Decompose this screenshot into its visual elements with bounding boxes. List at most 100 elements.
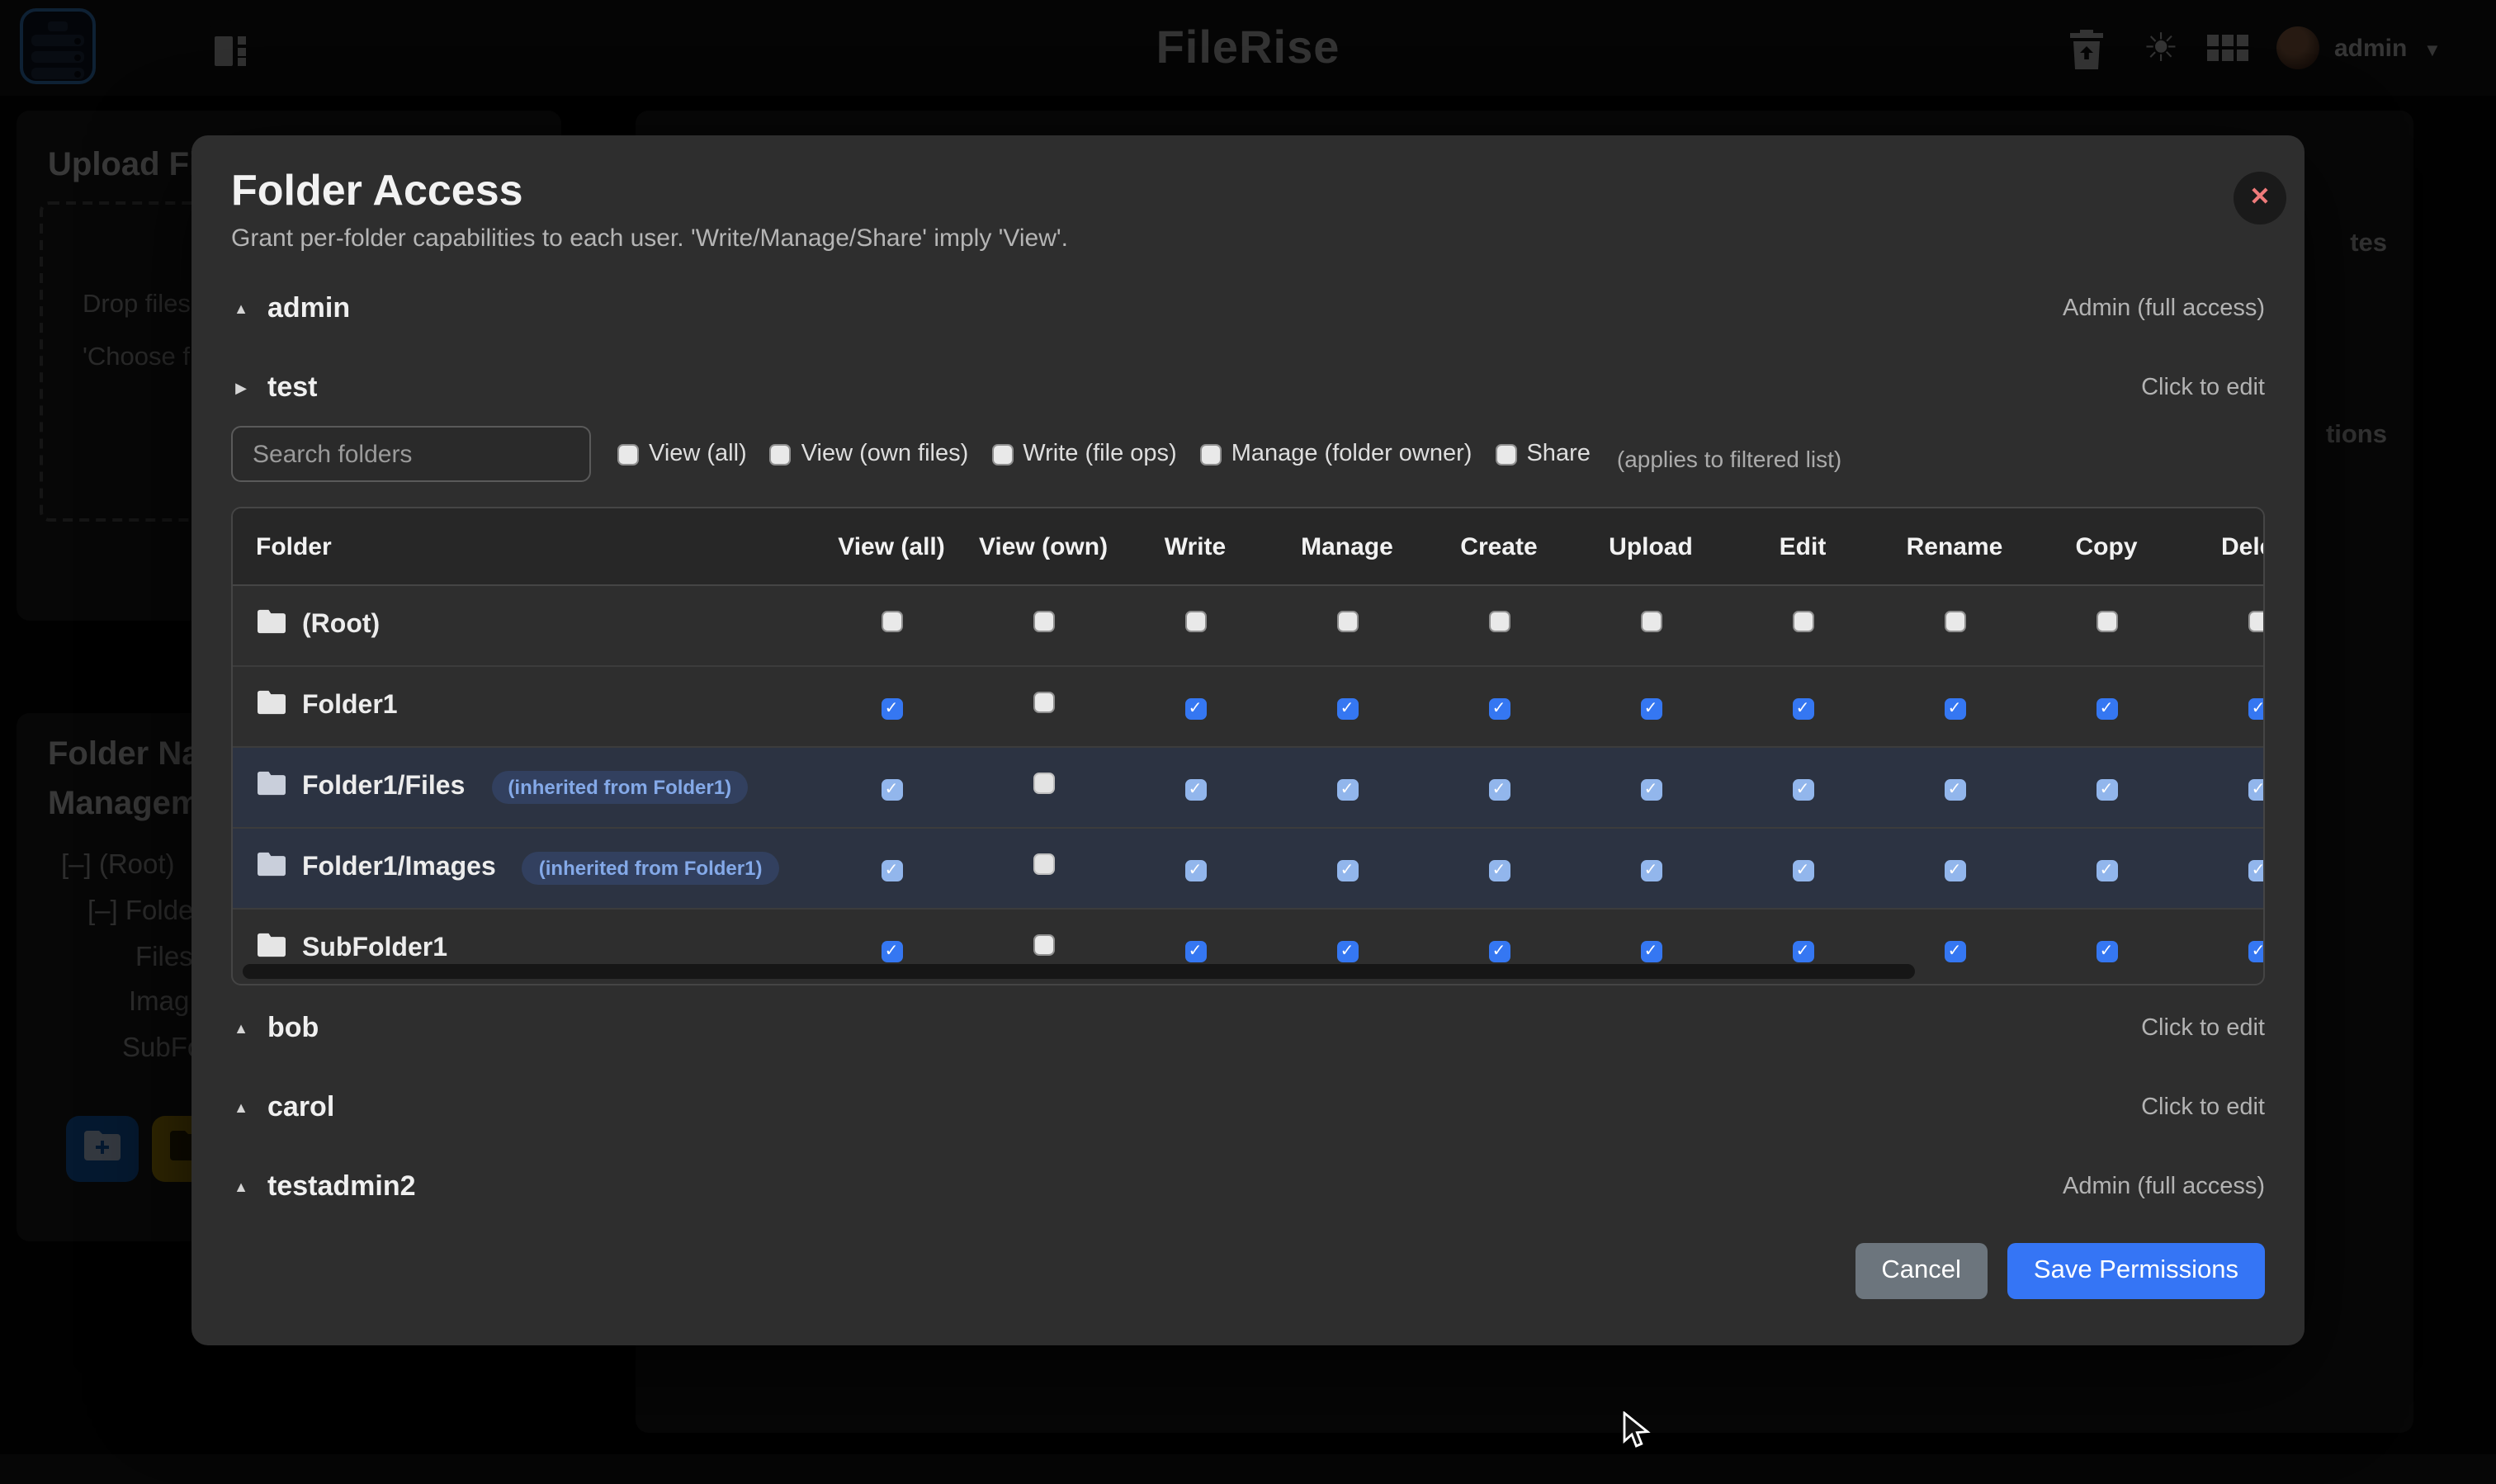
modal-title: Folder Access (231, 165, 2265, 215)
perm-checkbox-checked[interactable]: ✓ (881, 941, 902, 962)
user-row-admin[interactable]: ▲ admin Admin (full access) (231, 276, 2265, 342)
perm-checkbox-unchecked[interactable] (1033, 692, 1054, 713)
perm-checkbox-checked[interactable]: ✓ (1944, 860, 1965, 881)
column-header-manage: Manage (1271, 508, 1423, 585)
user-row-test[interactable]: ▶ test Click to edit (231, 355, 2265, 421)
table-row: (Root) (233, 585, 2265, 666)
folder-icon (258, 690, 286, 723)
chevron-up-icon: ▲ (231, 1099, 251, 1116)
perm-checkbox-unchecked[interactable] (1033, 773, 1054, 794)
table-row: Folder1 ✓ ✓ ✓ ✓ ✓ ✓ ✓ ✓ ✓ (233, 666, 2265, 747)
folder-icon (258, 933, 286, 966)
inherited-badge: (inherited from Folder1) (522, 852, 779, 885)
column-header-upload: Upload (1575, 508, 1727, 585)
folder-access-modal: ✕ Folder Access Grant per-folder capabil… (191, 135, 2305, 1345)
perm-checkbox-checked[interactable]: ✓ (1488, 779, 1510, 801)
perm-checkbox-checked[interactable]: ✓ (1640, 941, 1662, 962)
column-header-delete: Delete (2182, 508, 2265, 585)
perm-checkbox-unchecked[interactable] (1033, 611, 1054, 632)
perm-checkbox-unchecked[interactable] (881, 611, 902, 632)
perm-checkbox-unchecked[interactable] (1944, 611, 1965, 632)
bulk-permission-checkboxes: View (all) View (own files) Write (file op… (617, 441, 1591, 467)
filter-checkbox-view-all[interactable]: View (all) (617, 441, 747, 467)
user-row-carol[interactable]: ▲ carol Click to edit (231, 1075, 2265, 1141)
checkbox-unchecked[interactable] (770, 443, 792, 465)
checkbox-unchecked[interactable] (1200, 443, 1222, 465)
folder-name: Folder1 (302, 692, 398, 721)
perm-checkbox-checked[interactable]: ✓ (1792, 698, 1813, 720)
save-permissions-button[interactable]: Save Permissions (2007, 1243, 2265, 1299)
table-row: Folder1/Files (inherited from Folder1) ✓ ✓ ✓… (233, 747, 2265, 828)
search-input[interactable] (231, 426, 591, 482)
perm-checkbox-unchecked[interactable] (2248, 611, 2265, 632)
perm-checkbox-unchecked[interactable] (2096, 611, 2117, 632)
user-status: Click to edit (2141, 1094, 2265, 1121)
modal-footer: Cancel Save Permissions (231, 1243, 2265, 1299)
perm-checkbox-checked[interactable]: ✓ (2096, 779, 2117, 801)
perm-checkbox-checked[interactable]: ✓ (2248, 779, 2265, 801)
perm-checkbox-checked[interactable]: ✓ (1336, 698, 1358, 720)
perm-checkbox-unchecked[interactable] (1640, 611, 1662, 632)
perm-checkbox-checked[interactable]: ✓ (1336, 860, 1358, 881)
perm-checkbox-checked[interactable]: ✓ (1488, 941, 1510, 962)
user-status: Click to edit (2141, 1015, 2265, 1042)
perm-checkbox-unchecked[interactable] (1033, 853, 1054, 875)
perm-checkbox-checked[interactable]: ✓ (1184, 698, 1206, 720)
chevron-up-icon: ▲ (231, 1020, 251, 1037)
perm-checkbox-checked[interactable]: ✓ (881, 698, 902, 720)
perm-checkbox-checked[interactable]: ✓ (881, 860, 902, 881)
perm-checkbox-checked[interactable]: ✓ (1944, 941, 1965, 962)
perm-checkbox-unchecked[interactable] (1488, 611, 1510, 632)
perm-checkbox-unchecked[interactable] (1336, 611, 1358, 632)
user-name: testadmin2 (267, 1170, 416, 1203)
perm-checkbox-checked[interactable]: ✓ (1184, 779, 1206, 801)
checkbox-unchecked[interactable] (991, 443, 1013, 465)
filter-note: (applies to filtered list) (1617, 446, 1841, 472)
filter-checkbox-write-file-ops[interactable]: Write (file ops) (991, 441, 1176, 467)
perm-checkbox-checked[interactable]: ✓ (1488, 698, 1510, 720)
perm-checkbox-checked[interactable]: ✓ (1184, 860, 1206, 881)
perm-checkbox-checked[interactable]: ✓ (1640, 860, 1662, 881)
perm-checkbox-unchecked[interactable] (1184, 611, 1206, 632)
perm-checkbox-checked[interactable]: ✓ (2096, 941, 2117, 962)
folder-icon (258, 771, 286, 804)
perm-checkbox-checked[interactable]: ✓ (1488, 860, 1510, 881)
user-row-bob[interactable]: ▲ bob Click to edit (231, 995, 2265, 1061)
filter-checkbox-view-own-files[interactable]: View (own files) (770, 441, 969, 467)
perm-checkbox-checked[interactable]: ✓ (1336, 941, 1358, 962)
perm-checkbox-checked[interactable]: ✓ (1944, 698, 1965, 720)
perm-checkbox-checked[interactable]: ✓ (1792, 860, 1813, 881)
perm-checkbox-checked[interactable]: ✓ (881, 779, 902, 801)
perm-checkbox-checked[interactable]: ✓ (2096, 698, 2117, 720)
filter-checkbox-manage-folder-owner[interactable]: Manage (folder owner) (1200, 441, 1473, 467)
perm-checkbox-unchecked[interactable] (1033, 934, 1054, 956)
perm-checkbox-unchecked[interactable] (1792, 611, 1813, 632)
inherited-badge: (inherited from Folder1) (491, 771, 748, 804)
folder-name: (Root) (302, 611, 380, 640)
perm-checkbox-checked[interactable]: ✓ (2248, 698, 2265, 720)
user-row-testadmin2[interactable]: ▲ testadmin2 Admin (full access) (231, 1154, 2265, 1220)
perm-checkbox-checked[interactable]: ✓ (1640, 698, 1662, 720)
user-name: carol (267, 1091, 334, 1124)
cancel-button[interactable]: Cancel (1855, 1243, 1988, 1299)
column-header-rename: Rename (1879, 508, 2030, 585)
page: FileRise ☀ admin ▼ Upload Fi Drop files,… (0, 0, 2496, 1484)
perm-checkbox-checked[interactable]: ✓ (1184, 941, 1206, 962)
column-header-view-all: View (all) (815, 508, 967, 585)
perm-checkbox-checked[interactable]: ✓ (1336, 779, 1358, 801)
checkbox-unchecked[interactable] (1495, 443, 1516, 465)
perm-checkbox-checked[interactable]: ✓ (1944, 779, 1965, 801)
checkbox-unchecked[interactable] (617, 443, 639, 465)
filter-checkbox-share[interactable]: Share (1495, 441, 1590, 467)
perm-checkbox-checked[interactable]: ✓ (2248, 860, 2265, 881)
perm-checkbox-checked[interactable]: ✓ (2248, 941, 2265, 962)
perm-checkbox-checked[interactable]: ✓ (1792, 941, 1813, 962)
user-name: bob (267, 1012, 319, 1045)
folder-name: Folder1/Files (302, 773, 465, 802)
folder-icon (258, 609, 286, 642)
perm-checkbox-checked[interactable]: ✓ (2096, 860, 2117, 881)
horizontal-scrollbar-thumb[interactable] (243, 964, 1915, 979)
close-icon[interactable]: ✕ (2234, 172, 2286, 224)
perm-checkbox-checked[interactable]: ✓ (1640, 779, 1662, 801)
perm-checkbox-checked[interactable]: ✓ (1792, 779, 1813, 801)
